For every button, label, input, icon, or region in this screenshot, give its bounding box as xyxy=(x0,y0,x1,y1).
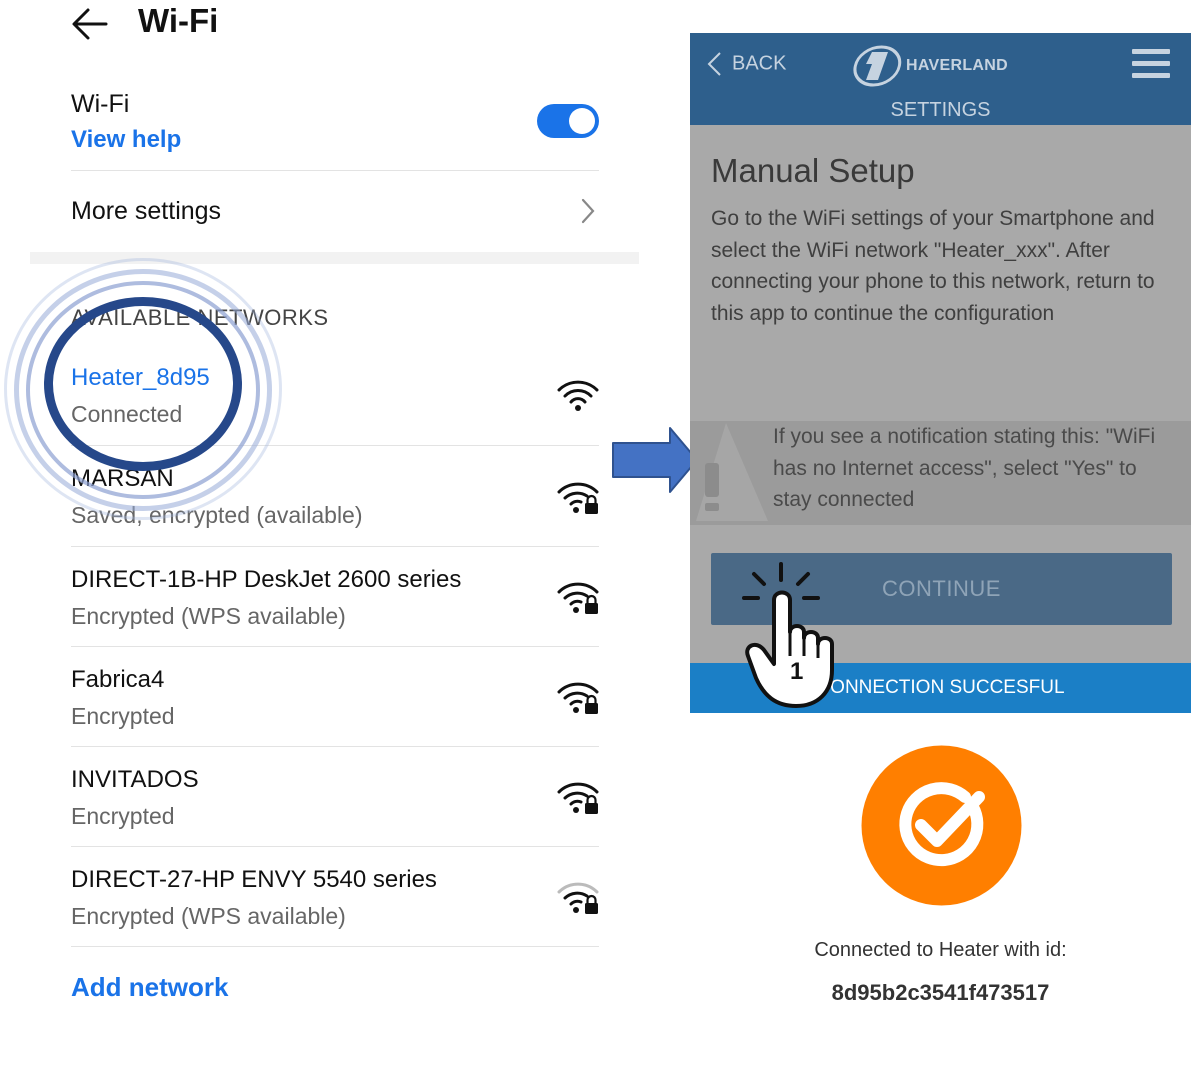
divider xyxy=(71,646,599,647)
wifi-locked-icon xyxy=(556,580,600,616)
network-item[interactable]: Fabrica4 Encrypted xyxy=(71,666,599,736)
app-brand: HAVERLAND xyxy=(906,57,1008,74)
connected-message: Connected to Heater with id: xyxy=(814,939,1067,961)
back-label: BACK xyxy=(732,52,787,75)
chevron-right-icon[interactable] xyxy=(578,196,598,226)
divider xyxy=(71,546,599,547)
hamburger-menu-icon[interactable] xyxy=(1132,49,1170,79)
network-name: DIRECT-27-HP ENVY 5540 series xyxy=(71,866,437,893)
divider xyxy=(71,746,599,747)
page-title: Wi-Fi xyxy=(138,2,219,39)
warning-text: If you see a notification stating this: … xyxy=(773,425,1156,511)
toggle-knob xyxy=(569,108,595,134)
network-status: Encrypted (WPS available) xyxy=(71,603,346,629)
network-item[interactable]: DIRECT-27-HP ENVY 5540 series Encrypted … xyxy=(71,866,599,936)
back-arrow-icon[interactable] xyxy=(70,6,110,42)
wifi-weak-locked-icon xyxy=(556,880,600,916)
flow-arrow-icon xyxy=(610,426,700,494)
network-name: DIRECT-1B-HP DeskJet 2600 series xyxy=(71,566,462,593)
app-subtitle: SETTINGS xyxy=(890,99,991,121)
network-item[interactable]: INVITADOS Encrypted xyxy=(71,766,599,836)
wifi-locked-icon xyxy=(556,480,600,516)
add-network-link[interactable]: Add network xyxy=(71,972,228,1003)
more-settings-item[interactable]: More settings xyxy=(71,197,221,226)
wifi-toggle[interactable] xyxy=(537,104,599,138)
wifi-signal-icon xyxy=(556,378,600,414)
network-status: Encrypted (WPS available) xyxy=(71,903,346,929)
network-name: INVITADOS xyxy=(71,766,199,793)
divider xyxy=(71,946,599,947)
view-help-link[interactable]: View help xyxy=(71,126,181,154)
success-check-icon xyxy=(861,745,1022,906)
wifi-toggle-label: Wi-Fi xyxy=(71,90,130,118)
network-name: Fabrica4 xyxy=(71,666,165,693)
heater-id: 8d95b2c3541f473517 xyxy=(831,980,1050,1005)
divider xyxy=(71,170,599,171)
haverland-logo-icon xyxy=(852,44,902,88)
manual-setup-instructions: Go to the WiFi settings of your Smartpho… xyxy=(711,207,1155,325)
network-item[interactable]: DIRECT-1B-HP DeskJet 2600 series Encrypt… xyxy=(71,566,599,636)
divider xyxy=(71,846,599,847)
wifi-locked-icon xyxy=(556,780,600,816)
highlight-circle xyxy=(44,297,242,471)
tap-hand-icon: 1 xyxy=(738,560,848,710)
manual-setup-title: Manual Setup xyxy=(711,152,915,189)
warning-icon xyxy=(690,421,772,525)
network-status: Encrypted xyxy=(71,803,175,829)
wifi-locked-icon xyxy=(556,680,600,716)
network-status: Encrypted xyxy=(71,703,175,729)
tap-step-number: 1 xyxy=(790,658,804,685)
app-back-button[interactable]: BACK xyxy=(706,51,786,77)
